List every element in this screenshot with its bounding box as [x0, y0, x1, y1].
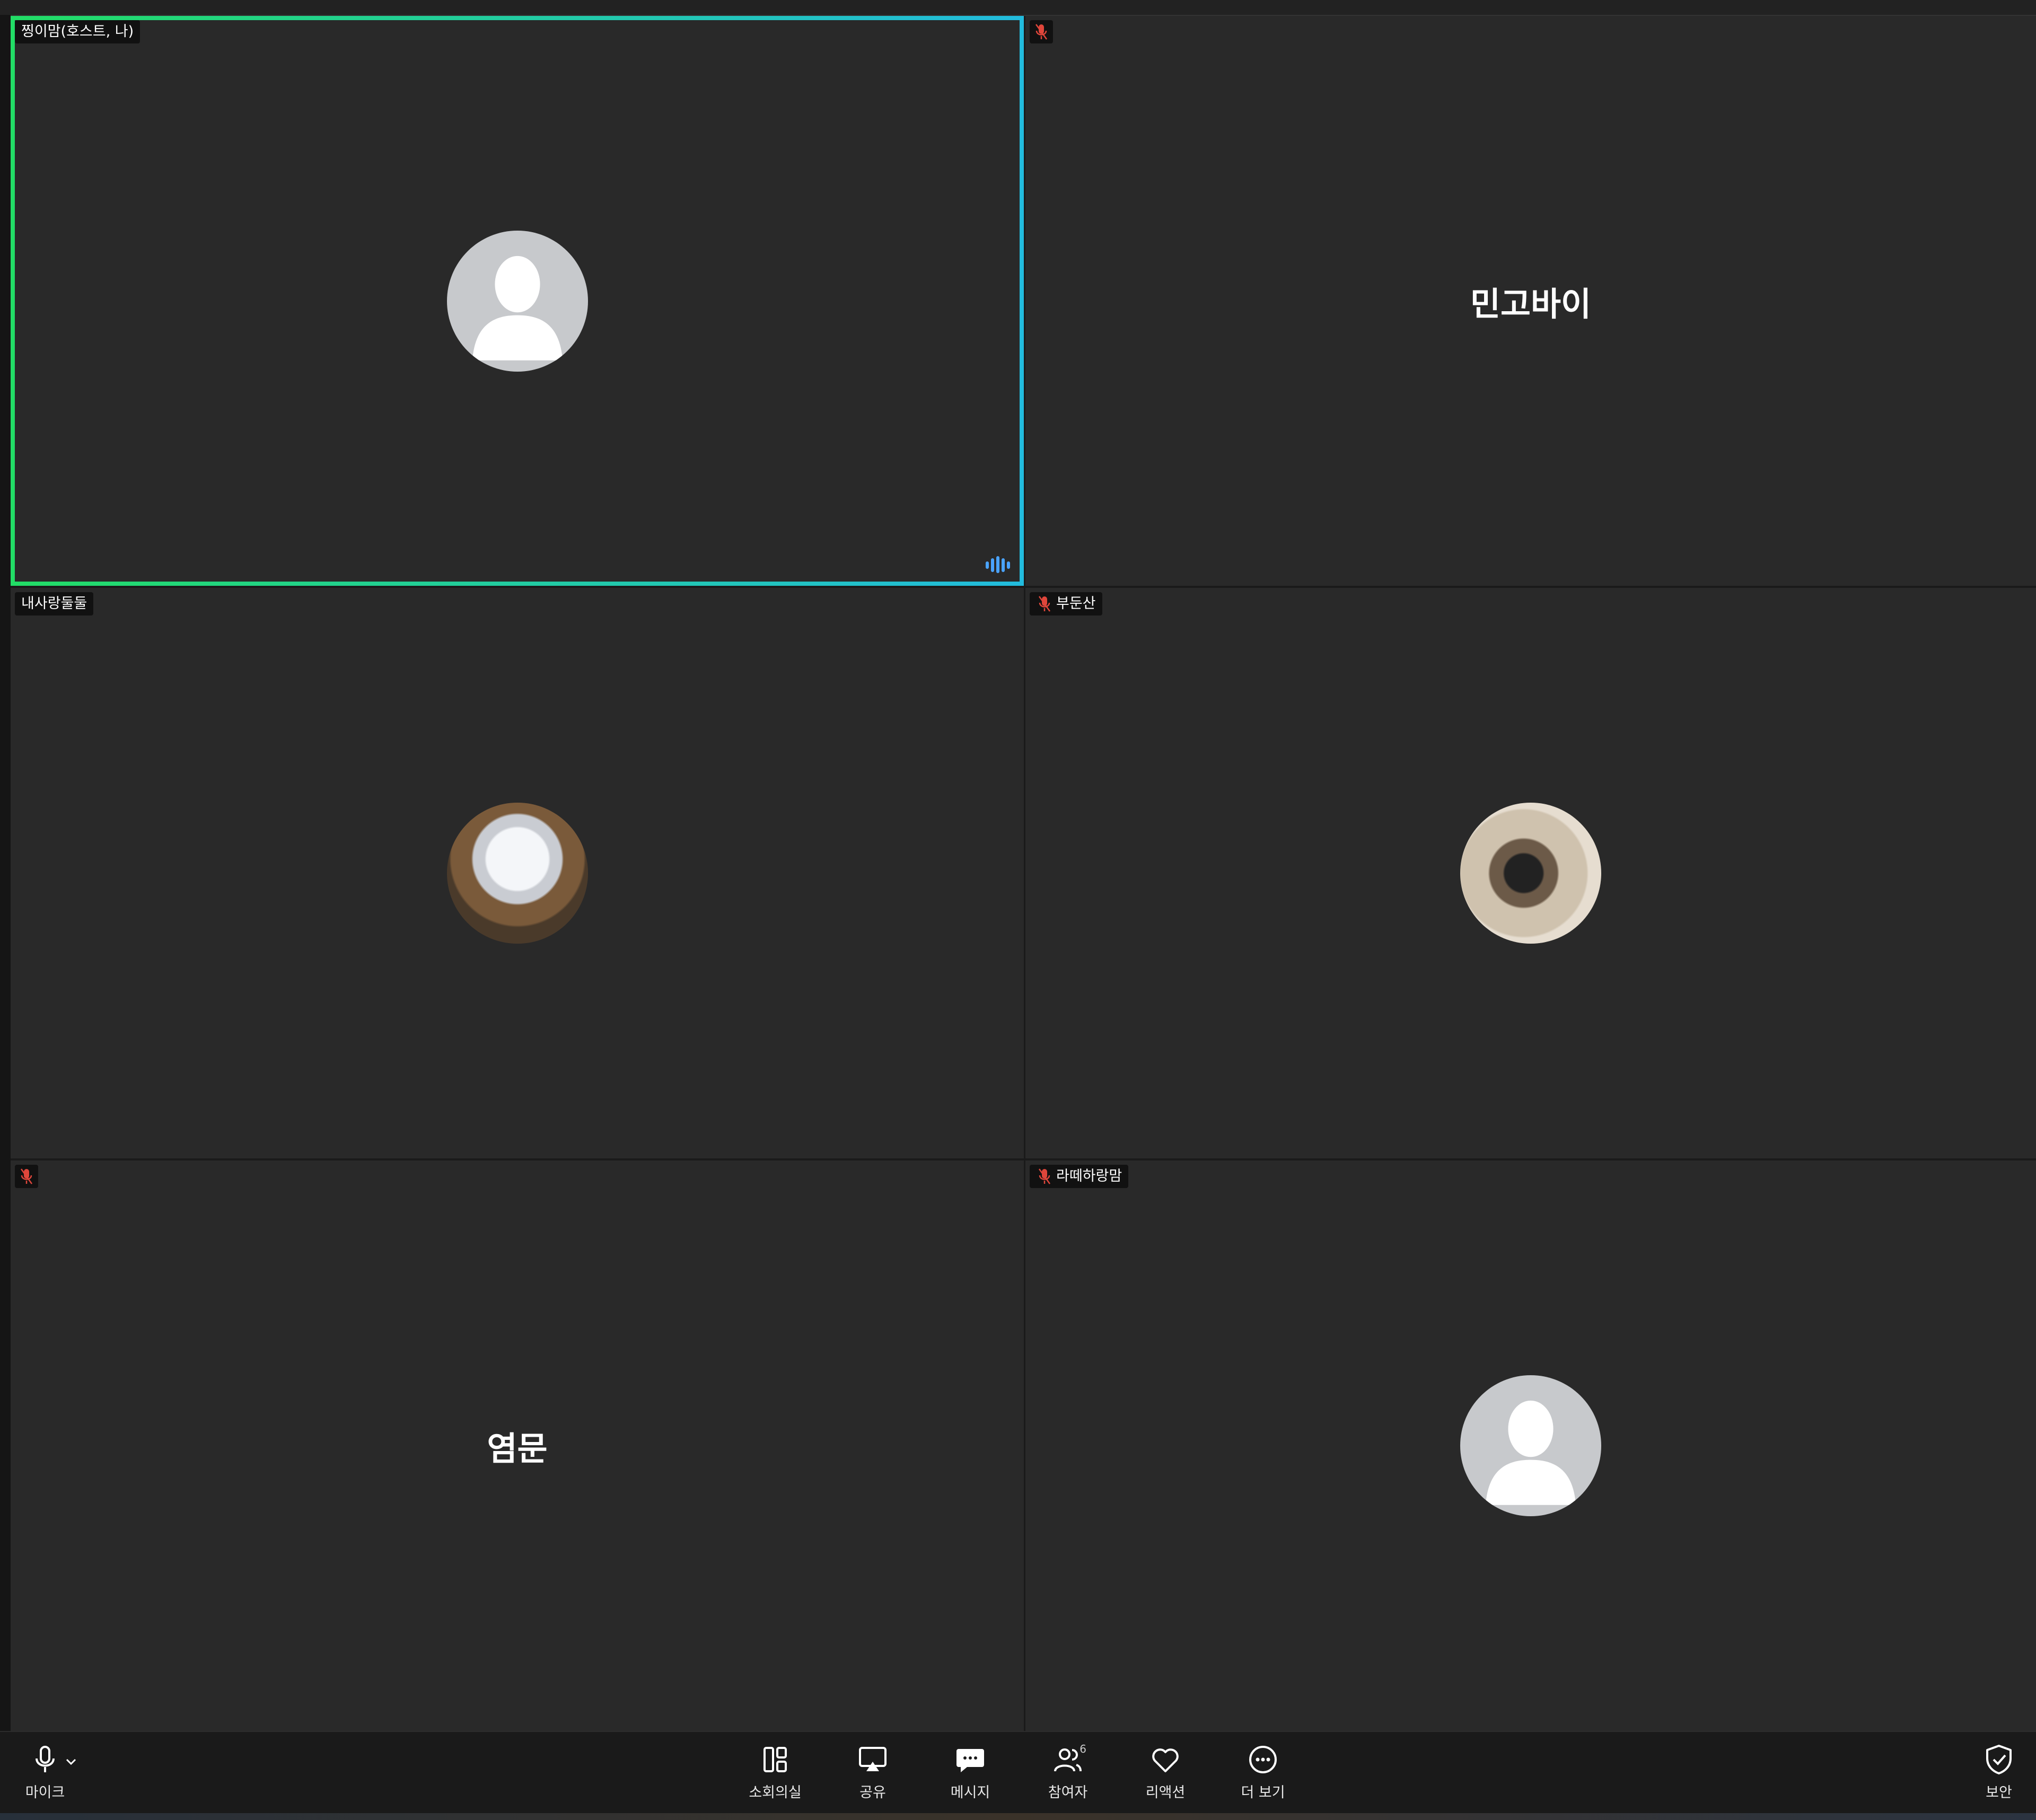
- participant-name: 찡이맘(호스트, 나): [21, 23, 134, 40]
- participant-name-tag: 내사랑둘둘: [15, 592, 94, 616]
- participant-display-name: 민고바이: [1470, 284, 1592, 323]
- mic-label: 마이크: [25, 1784, 65, 1801]
- more-button[interactable]: 더 보기: [1218, 1743, 1308, 1806]
- security-label: 보안: [1986, 1784, 2012, 1801]
- participant-name-tag: 찡이맘(호스트, 나): [15, 20, 141, 43]
- mic-button[interactable]: 마이크: [5, 1743, 85, 1806]
- video-tile-participant-3[interactable]: 내사랑둘둘: [11, 588, 1024, 1158]
- profile-photo-avatar: [446, 803, 588, 944]
- video-tile-host[interactable]: 찡이맘(호스트, 나): [11, 16, 1024, 586]
- more-icon: [1249, 1746, 1277, 1773]
- meeting-toolbar: 마이크 소회의실 공유 메시지 6 참여자 리액션 더 보기 보안: [0, 1731, 2036, 1814]
- breakout-rooms-icon: [763, 1747, 787, 1772]
- reactions-button[interactable]: 리액션: [1120, 1743, 1210, 1806]
- mic-muted-icon: [1030, 20, 1053, 43]
- taskbar-edge: [0, 1813, 2036, 1820]
- breakout-rooms-label: 소회의실: [749, 1784, 802, 1801]
- participant-name: 라떼하랑맘: [1056, 1168, 1122, 1184]
- mic-muted-icon: [1038, 1168, 1051, 1184]
- participants-button[interactable]: 6 참여자: [1023, 1743, 1113, 1806]
- heart-icon: [1152, 1748, 1179, 1772]
- default-avatar-icon: [446, 230, 588, 372]
- chat-icon: [956, 1749, 984, 1772]
- audio-level-icon: [986, 556, 1010, 573]
- participant-name-tag: 부둔산: [1030, 592, 1102, 616]
- video-tile-participant-4[interactable]: 부둔산: [1025, 588, 2036, 1158]
- microphone-icon: [36, 1746, 55, 1772]
- video-tile-participant-2[interactable]: 민고바이: [1025, 16, 2036, 586]
- participant-name: 내사랑둘둘: [21, 595, 87, 612]
- chat-label: 메시지: [950, 1784, 990, 1801]
- chevron-up-icon[interactable]: [63, 1753, 80, 1770]
- mic-muted-icon: [1038, 596, 1051, 612]
- video-tile-participant-5[interactable]: 염문: [11, 1160, 1024, 1731]
- participant-display-name: 염문: [487, 1429, 548, 1468]
- security-button[interactable]: 보안: [1962, 1743, 2036, 1806]
- more-label: 더 보기: [1241, 1784, 1285, 1801]
- participant-name-tag: 라떼하랑맘: [1030, 1165, 1129, 1188]
- share-button[interactable]: 공유: [828, 1743, 918, 1806]
- share-label: 공유: [859, 1784, 886, 1801]
- chat-button[interactable]: 메시지: [925, 1743, 1015, 1806]
- default-avatar-icon: [1460, 1375, 1601, 1516]
- participants-count-badge: 6: [1080, 1743, 1086, 1755]
- reactions-label: 리액션: [1145, 1784, 1186, 1801]
- participants-label: 참여자: [1048, 1784, 1088, 1801]
- shield-check-icon: [1986, 1745, 2012, 1774]
- window-title-bar: [0, 0, 2036, 16]
- left-edge: [0, 15, 11, 1733]
- share-screen-icon: [859, 1747, 887, 1771]
- profile-photo-avatar: [1460, 803, 1601, 944]
- video-tile-participant-6[interactable]: 라떼하랑맘: [1025, 1160, 2036, 1731]
- participant-name: 부둔산: [1056, 595, 1096, 612]
- mic-muted-icon: [15, 1165, 38, 1188]
- breakout-rooms-button[interactable]: 소회의실: [730, 1743, 820, 1806]
